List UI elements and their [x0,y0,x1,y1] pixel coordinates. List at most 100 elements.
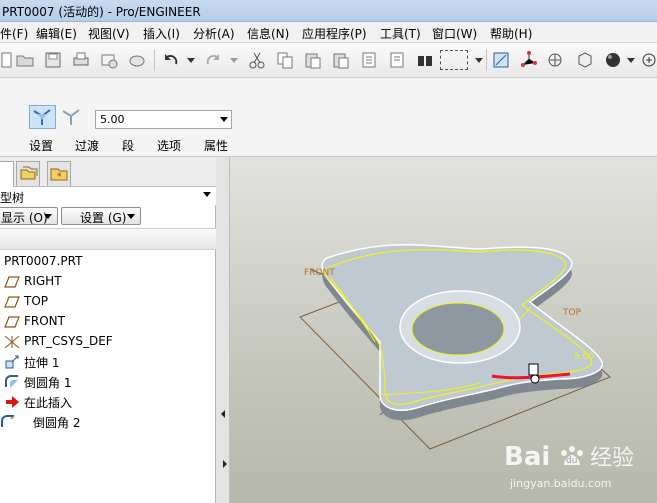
datum-display-icon[interactable] [492,51,510,69]
paste-special-icon[interactable] [332,51,350,69]
extrude-icon [5,355,19,369]
save-icon[interactable] [44,51,62,69]
model-tree-header: 型树 [0,187,216,205]
feature-dashboard: 5.00 设置 过渡 段 选项 属性 [0,79,657,157]
shading-icon[interactable] [576,51,594,69]
settings-button[interactable]: 设置 (G) [61,207,141,225]
menu-help[interactable]: 帮助(H) [490,25,532,42]
mail-attach-icon[interactable] [128,51,146,69]
window-title: PRT0007 (活动的) - Pro/ENGINEER [2,5,201,19]
tab-folder-browser[interactable] [16,161,40,186]
tree-item-right[interactable]: RIGHT [0,272,216,292]
tree-item-label: RIGHT [24,274,62,288]
folder-icon [20,166,38,180]
tree-item-csys[interactable]: PRT_CSYS_DEF [0,332,216,352]
svg-text:du: du [566,456,577,466]
menu-insert[interactable]: 插入(I) [143,25,180,42]
dimension-handle[interactable] [528,363,539,376]
find-icon[interactable] [416,51,434,69]
chevron-down-icon [44,214,52,219]
svg-text:jingyan.baidu.com: jingyan.baidu.com [509,477,612,490]
baidu-watermark: Bai du 经验 jingyan.baidu.com [500,435,650,498]
pane-splitter[interactable] [216,157,230,503]
undo-icon[interactable] [162,51,180,69]
redo-dropdown-icon[interactable] [225,51,243,69]
navigator-tabs: * [0,157,216,187]
settings-button-label: 设置 (G) [80,211,127,225]
tree-item-part[interactable]: PRT0007.PRT [0,252,216,272]
paste-icon[interactable] [304,51,322,69]
regenerate-icon[interactable] [360,51,378,69]
datum-plane-icon [4,296,20,308]
tab-options[interactable]: 选项 [157,137,181,154]
tab-properties[interactable]: 属性 [204,137,228,154]
title-bar: PRT0007 (活动的) - Pro/ENGINEER [0,0,657,22]
full-round-icon [62,109,80,125]
svg-text:*: * [10,415,14,424]
menu-info[interactable]: 信息(N) [247,25,289,42]
copy-icon[interactable] [276,51,294,69]
tree-item-round-2[interactable]: * 倒圆角 2 [0,412,216,432]
menu-bar: 件(F) 编辑(E) 视图(V) 插入(I) 分析(A) 信息(N) 应用程序(… [0,22,657,43]
select-box-icon[interactable] [440,50,468,70]
tree-item-extrude[interactable]: 拉伸 1 [0,352,216,372]
model-tree-column-header [0,228,216,250]
datum-point-icon[interactable] [546,51,564,69]
tree-item-label: TOP [24,294,49,308]
tab-settings[interactable]: 设置 [29,137,53,154]
tree-item-round-1[interactable]: 倒圆角 1 [0,372,216,392]
round-icon [5,375,18,388]
redo-icon[interactable] [204,51,222,69]
tab-transitions[interactable]: 过渡 [75,137,99,154]
menu-edit[interactable]: 编辑(E) [36,25,77,42]
chevron-down-icon [127,214,135,219]
round-set-icon [33,109,51,125]
tab-favorites[interactable]: * [47,161,71,186]
datum-axis-icon[interactable] [520,51,538,69]
navigator-pane: * 型树 显示 (O) 设置 (G) PRT0007.PRT RIGHT TOP… [0,157,216,503]
chevron-down-icon[interactable] [203,192,211,197]
cut-icon[interactable] [248,51,266,69]
tab-model-tree[interactable] [0,161,14,187]
tree-item-label: 倒圆角 1 [24,376,72,390]
menu-tools[interactable]: 工具(T) [380,25,421,42]
full-round-button[interactable] [58,105,85,129]
tab-segments[interactable]: 段 [122,137,134,154]
svg-text:经验: 经验 [590,446,634,471]
menu-applications[interactable]: 应用程序(P) [302,25,367,42]
svg-text:Bai: Bai [504,442,550,472]
zoom-in-icon[interactable] [640,51,657,69]
menu-analysis[interactable]: 分析(A) [193,25,235,42]
menu-file[interactable]: 件(F) [0,25,28,42]
print-icon[interactable] [72,51,90,69]
show-button[interactable]: 显示 (O) [0,207,58,225]
constant-round-button[interactable] [29,105,56,129]
tree-item-insert-here[interactable]: 在此插入 [0,392,216,412]
tree-item-label: 拉伸 1 [24,356,60,370]
tree-item-label: PRT_CSYS_DEF [24,334,113,348]
sphere-shaded-icon[interactable] [604,51,622,69]
tree-item-top[interactable]: TOP [0,292,216,312]
main-toolbar [0,43,657,78]
datum-plane-icon [4,316,20,328]
undo-dropdown-icon[interactable] [182,51,200,69]
tree-item-label: PRT0007.PRT [4,254,83,268]
tree-item-label: FRONT [24,314,65,328]
expand-right-icon[interactable] [221,459,229,469]
drag-handle[interactable] [530,374,540,384]
send-mail-icon[interactable] [100,51,118,69]
shading-dropdown-icon[interactable] [622,51,640,69]
open-folder-icon[interactable] [16,51,34,69]
radius-value-select[interactable]: 5.00 [95,110,232,129]
datum-label-top: TOP [562,308,582,318]
tree-item-front[interactable]: FRONT [0,312,216,332]
tree-item-label: 倒圆角 2 [33,416,81,430]
collapse-left-icon[interactable] [219,409,227,419]
model-tree-title: 型树 [0,191,25,205]
regen-manager-icon[interactable] [388,51,406,69]
radius-value: 5.00 [100,113,125,126]
insert-arrow-icon [6,396,19,408]
menu-view[interactable]: 视图(V) [88,25,130,42]
chevron-down-icon [220,117,228,122]
menu-window[interactable]: 窗口(W) [432,25,477,42]
